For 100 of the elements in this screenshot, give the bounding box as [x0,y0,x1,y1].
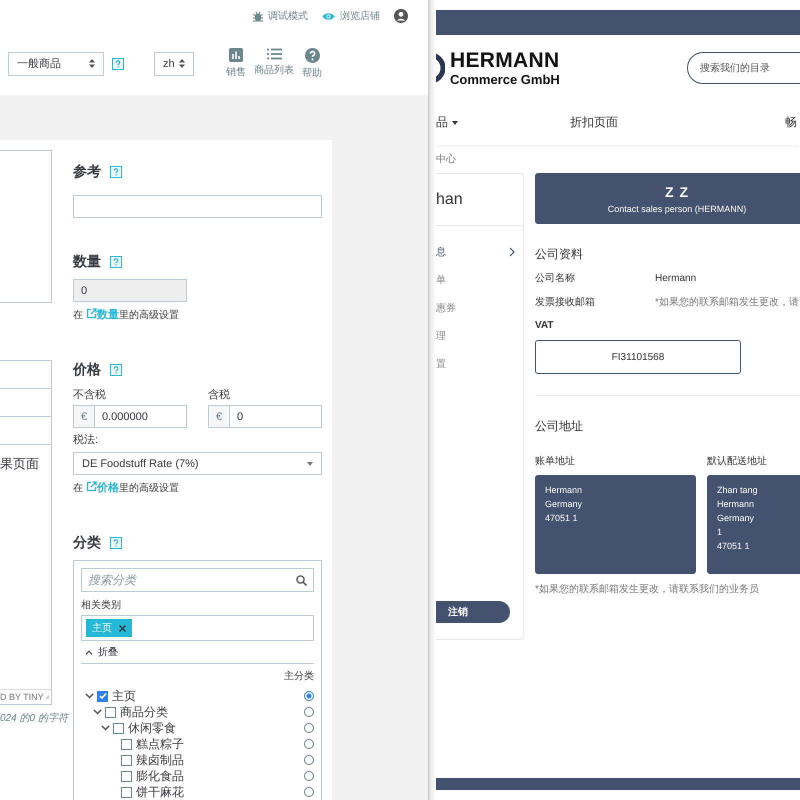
tax-rule-select[interactable]: DE Foodstuff Rate (7%) [73,452,322,475]
bug-icon [253,10,263,22]
checkbox[interactable] [105,706,116,718]
toolbar-button[interactable]: 销售 [226,48,246,80]
radio-button[interactable] [304,691,314,701]
field-label: 公司名称 [535,272,576,285]
price-input[interactable]: € 0 [208,405,322,428]
help-icon[interactable] [112,58,124,70]
toolbar-button[interactable]: 帮助 [302,48,322,80]
sidebar-item[interactable]: 理 [436,322,523,350]
breadcrumb[interactable]: 中心 [436,152,456,166]
section-title: 数量 [73,253,101,271]
category-label: 商品分类 [120,704,169,720]
category-label: 饼干麻花 [136,784,185,800]
address-note: *如果您的联系邮箱发生更改，请联系我们的业务员 [535,582,760,596]
chevron-down-icon[interactable] [93,709,102,715]
bar-chart-icon [229,48,243,62]
category-label: 糕点粽子 [136,736,185,752]
sales-contact-banner[interactable]: Z Z Contact sales person (HERMANN) [535,173,800,224]
debug-mode-link[interactable]: 调试模式 [253,9,308,23]
help-icon[interactable] [110,537,122,549]
collapse-link[interactable]: 折叠 [81,645,314,659]
search-icon [296,574,307,586]
radio-button[interactable] [304,707,314,717]
list-icon [266,48,282,60]
eye-icon [322,12,335,20]
checkbox[interactable] [121,738,132,750]
category-tag: 主页 [86,619,132,637]
category-label: 主页 [112,688,137,704]
up-down-arrows-icon [89,59,95,68]
field-note: *如果您的联系邮箱发生更改，请 [655,296,799,309]
radio-button[interactable] [304,739,314,749]
external-link-icon [86,481,97,492]
radio-button[interactable] [304,755,314,765]
address-line: Hermann [545,484,584,497]
chevron-down-icon[interactable] [101,725,110,731]
advanced-settings-note: 在 价格里的高级设置 [73,481,180,493]
help-icon[interactable] [110,364,122,376]
checkbox[interactable] [113,722,124,734]
sidebar-item[interactable]: 息 [436,238,523,266]
contact-caption: Contact sales person (HERMANN) [608,204,746,214]
external-link-icon [86,308,97,319]
category-label: 膨化食品 [136,768,185,784]
logout-button[interactable]: 注销 [436,601,510,623]
chevron-down-icon[interactable] [85,693,94,699]
sidebar-item[interactable]: 单 [436,266,523,294]
category-label: 辣卤制品 [136,752,185,768]
field-label: VAT [535,320,555,331]
checkbox[interactable] [97,690,108,702]
product-type-select[interactable]: 一般商品 [8,52,104,76]
help-icon[interactable] [110,166,122,178]
field-label: 含税 [208,388,231,402]
up-down-arrows-icon [179,59,185,68]
remove-icon[interactable] [119,624,126,632]
section-title: 公司资料 [535,246,584,260]
category-label: 休闲零食 [128,720,177,736]
radio-button[interactable] [304,787,314,797]
nav-link[interactable]: 畅 [785,114,800,131]
address-line: Germany [545,498,584,511]
contact-initials: Z Z [665,184,689,200]
radio-button[interactable] [304,723,314,733]
catalog-search-field[interactable]: 搜索我们的目录 [687,52,800,84]
language-select[interactable]: zh [154,52,194,76]
resize-handle-icon[interactable] [46,694,49,700]
address-line: Hermann [717,498,756,511]
checkbox[interactable] [121,786,132,798]
text-editor[interactable]: 果页面 D BY TINY [0,360,52,705]
help-icon [304,48,320,62]
radio-button[interactable] [304,771,314,781]
section-title: 公司地址 [535,418,584,432]
chevron-right-icon [509,247,515,257]
user-icon[interactable] [394,9,408,23]
sidebar-item[interactable]: 置 [436,350,523,378]
section-title: 价格 [73,361,101,379]
reference-input[interactable] [73,195,322,218]
checkbox[interactable] [121,770,132,782]
chevron-up-icon [85,650,93,654]
section-title: 分类 [73,534,101,552]
caret-icon [307,462,313,466]
advanced-settings-note: 在 数量里的高级设置 [73,308,180,320]
vat-field[interactable]: FI31101568 [535,340,741,374]
column-heading: 主分类 [284,671,314,682]
address-line: 47051 1 [545,512,579,525]
field-label: 不含税 [73,388,107,402]
nav-link[interactable]: 品 [436,114,570,131]
caret-icon [452,120,458,124]
address-title: 默认配送地址 [707,454,768,466]
help-icon[interactable] [110,256,122,268]
sidebar-item[interactable]: 惠券 [436,294,523,322]
address-line: Zhan tang [717,484,759,497]
nav-link[interactable]: 折扣页面 [570,114,785,131]
section-title: 参考 [73,163,101,181]
toolbar-button[interactable]: 商品列表 [254,48,294,80]
field-label: 发票接收邮箱 [535,296,596,309]
view-shop-link[interactable]: 浏览店铺 [322,9,380,23]
price-input[interactable]: € 0.000000 [73,405,187,428]
character-count: 024 的0 的字符 [0,712,68,725]
field-label: 税法: [73,433,100,447]
checkbox[interactable] [121,754,132,766]
logo-text: HERMANN [450,50,560,70]
